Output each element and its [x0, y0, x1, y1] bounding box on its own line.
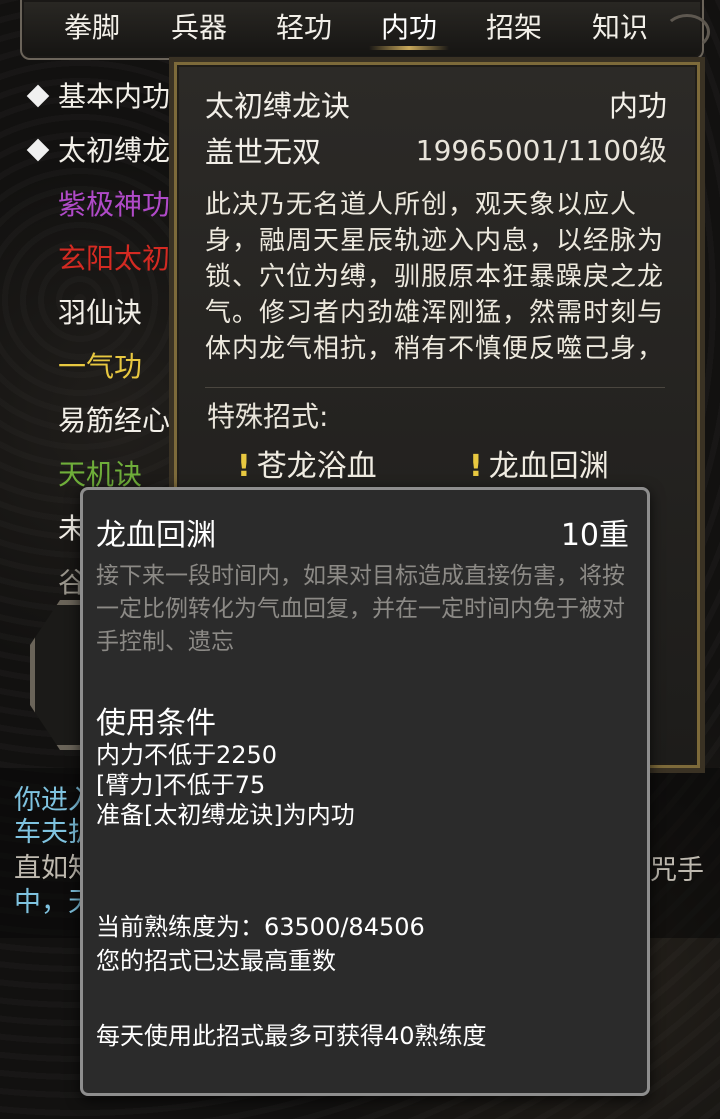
conditions-title: 使用条件: [96, 706, 216, 741]
daily-limit-note: 每天使用此招式最多可获得40熟练度: [96, 1022, 487, 1050]
condition-item: 准备[太初缚龙诀]为内功: [96, 801, 355, 829]
condition-item: [臂力]不低于75: [96, 771, 266, 799]
move-tooltip: 龙血回渊 10重 接下来一段时间内，如果对目标造成直接伤害，将按一定比例转化为气…: [80, 487, 650, 1096]
tab-inner-force[interactable]: 内功: [359, 8, 459, 50]
special-move-item[interactable]: ! 苍龙浴血: [237, 441, 377, 485]
condition-item: 内力不低于2250: [96, 741, 278, 769]
special-move-item[interactable]: ! 龙血回渊: [469, 441, 609, 485]
skill-item-label: 玄阳太初: [58, 242, 171, 275]
move-title: 龙血回渊: [96, 518, 216, 553]
move-level: 10重: [560, 518, 629, 553]
special-move-label: 龙血回渊: [488, 449, 609, 484]
special-move-label: 苍龙浴血: [256, 449, 377, 484]
exclamation-icon: !: [469, 449, 483, 484]
skill-item-label: 易筋经心: [58, 404, 171, 437]
category-tab-bar: 拳脚 兵器 轻功 内功 招架 知识: [20, 0, 710, 60]
skill-item-label: 一气功: [58, 350, 143, 383]
tab-weapon[interactable]: 兵器: [149, 8, 249, 48]
tab-parry[interactable]: 招架: [464, 8, 564, 48]
chat-fragment: 咒手: [650, 855, 704, 886]
proficiency-block: 当前熟练度为：63500/84506 您的招式已达最高重数: [96, 910, 425, 978]
equipped-diamond-icon: [26, 138, 50, 162]
proficiency-value: 当前熟练度为：63500/84506: [96, 913, 425, 941]
tab-lightness[interactable]: 轻功: [254, 8, 354, 48]
equipped-diamond-icon: [26, 84, 50, 108]
skill-item-label: 基本内功: [58, 80, 171, 113]
exclamation-icon: !: [237, 449, 251, 484]
skill-item-label: 紫极神功: [58, 188, 171, 221]
special-moves-label: 特殊招式:: [207, 400, 329, 433]
skill-name: 太初缚龙诀: [205, 89, 351, 123]
divider: [205, 387, 665, 388]
skill-rank: 盖世无双: [205, 135, 322, 169]
max-level-note: 您的招式已达最高重数: [96, 947, 336, 975]
conditions-list: 内力不低于2250 [臂力]不低于75 准备[太初缚龙诀]为内功: [96, 740, 355, 830]
tab-knowledge[interactable]: 知识: [570, 8, 670, 48]
skill-description: 此决乃无名道人所创，观天象以应人身，融周天星辰轨迹入内息，以经脉为锁、穴位为缚，…: [205, 190, 665, 364]
move-description: 接下来一段时间内，如果对目标造成直接伤害，将按一定比例转化为气血回复，并在一定时…: [96, 563, 625, 655]
skill-type: 内功: [608, 89, 667, 123]
ornament-swirl-icon: [664, 14, 710, 50]
skill-item-label: 羽仙诀: [58, 296, 143, 329]
tab-fist[interactable]: 拳脚: [42, 8, 142, 48]
skill-level: 19965001/1100级: [415, 134, 667, 167]
